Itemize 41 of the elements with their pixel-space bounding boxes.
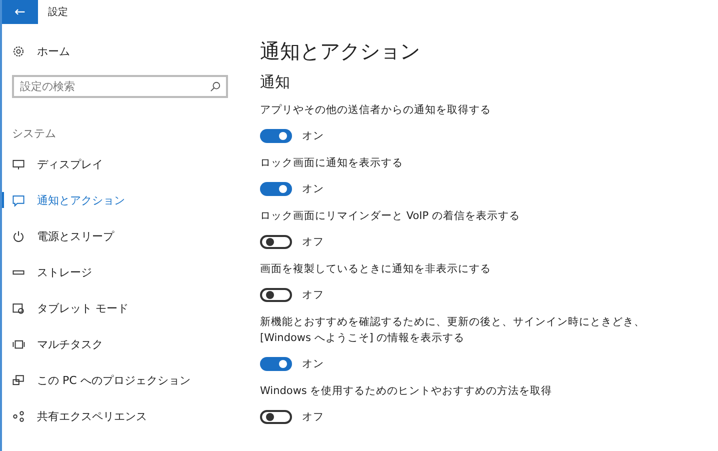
section-heading: システム — [12, 126, 57, 142]
setting-label: 新機能とおすすめを確認するために、更新の後と、サインイン時にときどき、[Windows へようこそ] の情報を表示する — [260, 315, 646, 346]
power-icon — [12, 230, 25, 242]
sidebar-item[interactable]: 共有エクスペリエンス — [12, 398, 248, 434]
toggle-switch[interactable] — [260, 288, 292, 302]
sidebar-item[interactable]: ストレージ — [12, 254, 248, 290]
search-icon — [210, 81, 221, 92]
sidebar-item[interactable]: この PC へのプロジェクション — [12, 362, 248, 398]
tablet-icon — [12, 302, 25, 314]
page-title: 通知とアクション — [260, 38, 421, 65]
sidebar-item[interactable]: 電源とスリープ — [12, 218, 248, 254]
home-link[interactable]: ホーム — [12, 41, 248, 61]
section-heading: 通知 — [260, 73, 291, 93]
setting-label: ロック画面にリマインダーと VoIP の着信を表示する — [260, 209, 521, 224]
sidebar-item[interactable]: タブレット モード — [12, 290, 248, 326]
share-icon — [12, 410, 25, 422]
sidebar-item[interactable]: マルチタスク — [12, 326, 248, 362]
toggle-switch[interactable] — [260, 182, 292, 196]
sidebar-item[interactable]: ディスプレイ — [12, 146, 248, 182]
settings-icon — [12, 44, 25, 58]
speech-bubble-icon — [12, 194, 25, 206]
monitor-icon — [12, 158, 25, 170]
toggle-switch[interactable] — [260, 410, 292, 424]
windows-icon — [12, 338, 25, 350]
toggle-state: オフ — [302, 410, 324, 424]
setting-label: アプリやその他の送信者からの通知を取得する — [260, 103, 492, 118]
toggle-state: オン — [302, 357, 324, 371]
window-title: 設定 — [48, 6, 68, 19]
back-button[interactable]: ← — [2, 0, 38, 24]
toggle-switch[interactable] — [260, 129, 292, 143]
toggle-switch[interactable] — [260, 235, 292, 249]
toggle-state: オフ — [302, 235, 324, 249]
search-field[interactable]: 設定の検索 — [12, 75, 228, 98]
projector-icon — [12, 374, 25, 386]
setting-label: 画面を複製しているときに通知を非表示にする — [260, 262, 492, 277]
toggle-state: オフ — [302, 288, 324, 302]
setting-label: ロック画面に通知を表示する — [260, 156, 404, 171]
toggle-state: オン — [302, 182, 324, 196]
setting-label: Windows を使用するためのヒントやおすすめの方法を取得 — [260, 384, 554, 399]
toggle-switch[interactable] — [260, 357, 292, 371]
toggle-state: オン — [302, 129, 324, 143]
